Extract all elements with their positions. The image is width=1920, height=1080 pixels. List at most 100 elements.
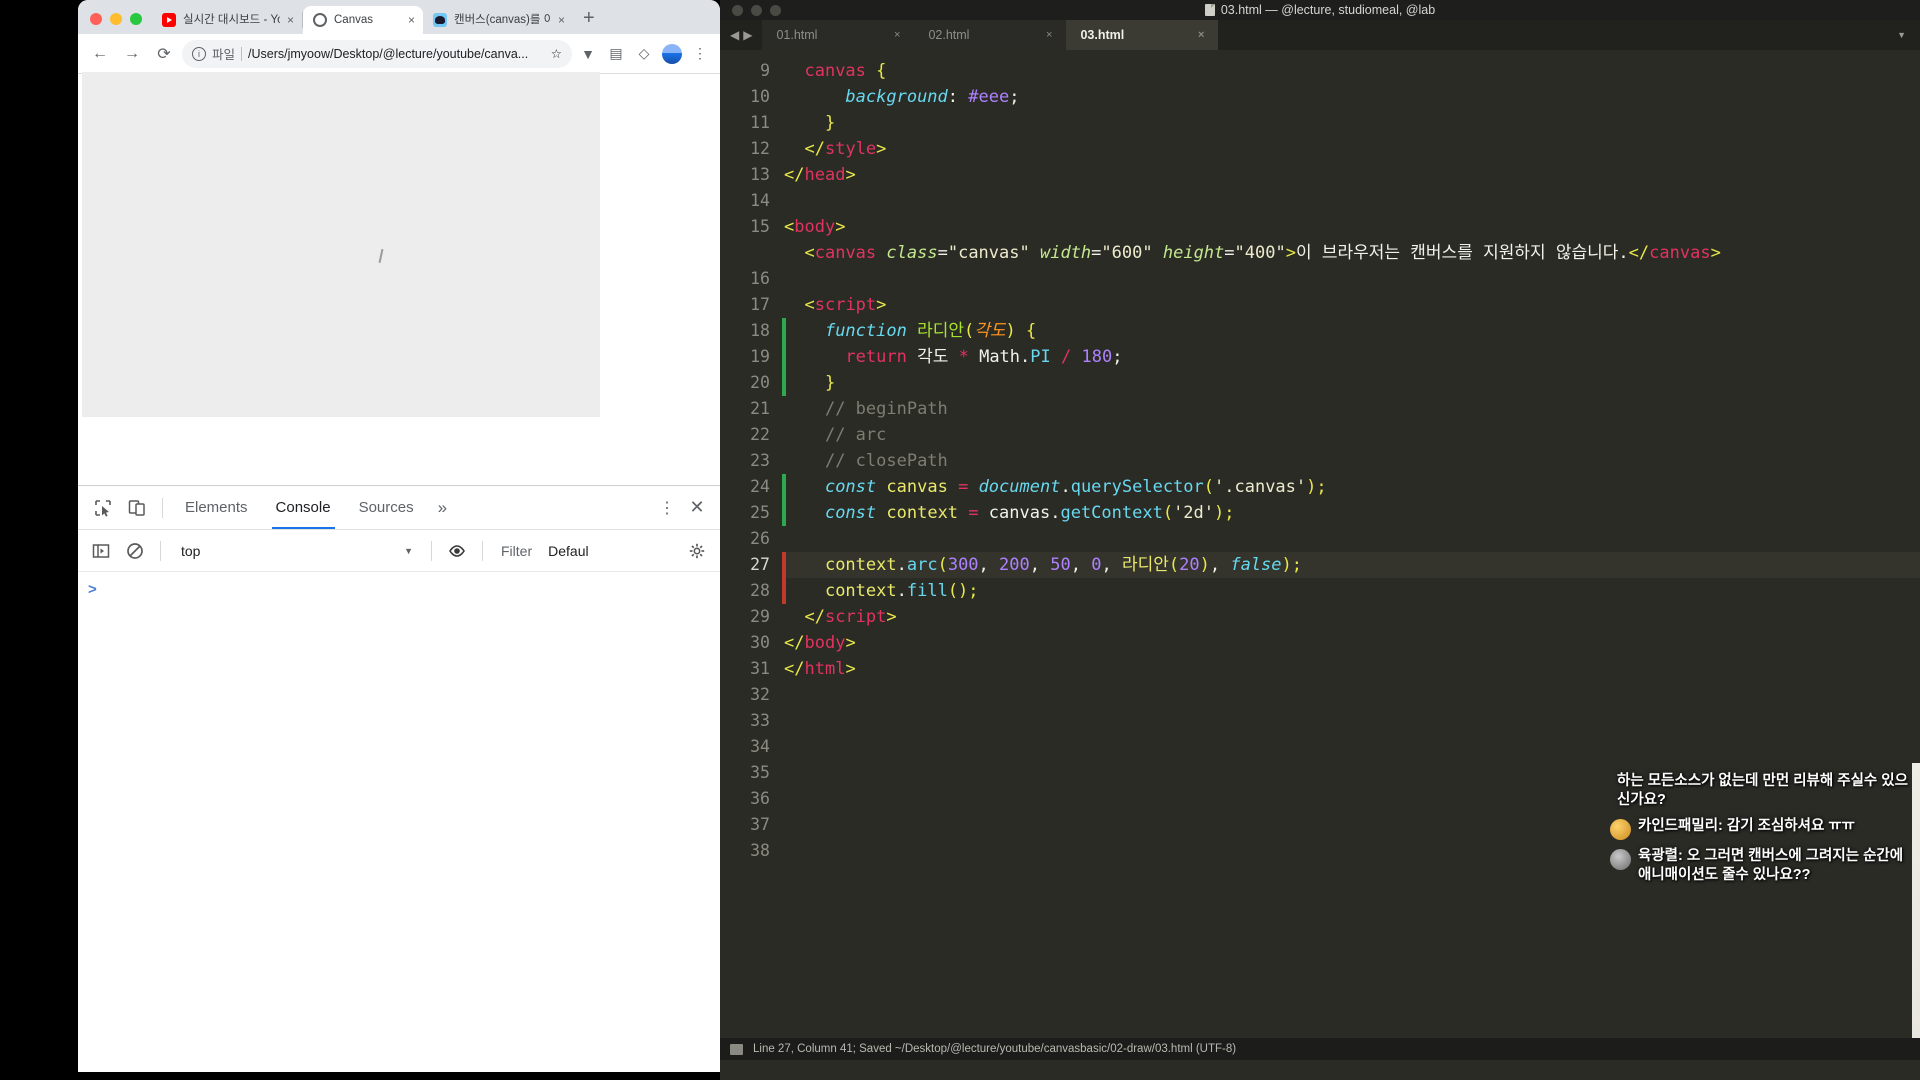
chevron-down-icon[interactable]: ▼ <box>1897 30 1906 40</box>
code-line[interactable]: function 라디안(각도) { <box>782 318 1920 344</box>
nav-prev-icon[interactable]: ◀ <box>730 28 739 42</box>
code-line[interactable]: // closePath <box>782 448 1920 474</box>
code-line[interactable] <box>782 188 1920 214</box>
code-line[interactable] <box>782 708 1920 734</box>
code-line[interactable]: <body> <box>782 214 1920 240</box>
gear-icon[interactable] <box>682 536 712 566</box>
editor-nav-arrows[interactable]: ◀ ▶ <box>720 20 762 50</box>
line-number: 31 <box>750 659 770 678</box>
code-change-marker <box>782 552 786 578</box>
search-input[interactable]: Filter <box>493 539 541 562</box>
close-tab-button[interactable]: × <box>1046 29 1052 41</box>
tab-elements[interactable]: Elements <box>171 486 262 529</box>
code-line[interactable] <box>782 682 1920 708</box>
page-info-icon[interactable]: i <box>192 46 206 61</box>
code-token: ; <box>1112 347 1123 367</box>
url-text: /Users/jmyoow/Desktop/@lecture/youtube/c… <box>248 46 529 61</box>
line-number: 38 <box>750 841 770 860</box>
code-token: </ <box>784 165 805 185</box>
webcam-overlay <box>1912 763 1920 1060</box>
code-token: . <box>896 581 907 601</box>
code-line[interactable]: const canvas = document.querySelector('.… <box>782 474 1920 500</box>
code-line[interactable]: </style> <box>782 136 1920 162</box>
maximize-window-button[interactable] <box>130 13 142 25</box>
tag-icon[interactable]: ◇ <box>632 42 656 66</box>
filter-icon[interactable]: ▼ <box>576 42 600 66</box>
code-line[interactable]: // arc <box>782 422 1920 448</box>
code-line[interactable] <box>782 734 1920 760</box>
devtools-menu-icon[interactable]: ⋮ <box>654 491 680 525</box>
code-line[interactable]: // beginPath <box>782 396 1920 422</box>
code-line[interactable]: context.fill(); <box>782 578 1920 604</box>
reader-icon[interactable]: ▤ <box>604 42 628 66</box>
address-bar[interactable]: i 파일 /Users/jmyoow/Desktop/@lecture/yout… <box>182 39 572 68</box>
close-tab-button[interactable]: × <box>287 14 294 26</box>
code-line[interactable]: <script> <box>782 292 1920 318</box>
tab-sources[interactable]: Sources <box>345 486 428 529</box>
back-icon[interactable]: ← <box>86 40 114 68</box>
console-prompt-row[interactable]: > <box>78 578 720 602</box>
code-token: context <box>824 581 897 601</box>
code-content[interactable]: canvas { background: #eee; } </style> </h… <box>782 50 1920 1060</box>
minimize-window-button[interactable] <box>110 13 122 25</box>
new-tab-button[interactable]: + <box>573 7 605 34</box>
bookmark-star-icon[interactable]: ☆ <box>551 46 562 61</box>
browser-tab-canvas[interactable]: Canvas × <box>303 6 423 34</box>
close-window-button[interactable] <box>90 13 102 25</box>
forward-icon[interactable]: → <box>118 40 146 68</box>
editor-tab-01[interactable]: 01.html × <box>762 20 915 50</box>
editor-tab-03[interactable]: 03.html × <box>1066 20 1219 50</box>
code-token: PI <box>1030 347 1061 367</box>
more-tabs-icon[interactable]: » <box>428 498 457 518</box>
code-line[interactable]: } <box>782 370 1920 396</box>
chrome-tab-strip: 실시간 대시보드 - YouTub × Canvas × 캔버스(canvas)… <box>78 0 720 34</box>
log-level-select[interactable]: Defaul <box>544 540 592 562</box>
code-line[interactable] <box>782 526 1920 552</box>
browser-tab-canvas-article[interactable]: 캔버스(canvas)를 이용한 × <box>423 6 573 34</box>
close-devtools-icon[interactable]: ✕ <box>682 491 712 525</box>
tab-console[interactable]: Console <box>262 486 345 529</box>
editor-tab-02[interactable]: 02.html × <box>914 20 1067 50</box>
execution-context-select[interactable]: top ▼ <box>171 543 421 559</box>
editor-body[interactable]: 9 10 11 12 13 14 15 16 17 18 19 20 21 22 23 24 25 26 27 28… <box>720 50 1920 1060</box>
code-line[interactable] <box>782 266 1920 292</box>
close-tab-button[interactable]: × <box>1198 29 1204 41</box>
code-token: head <box>804 165 846 185</box>
code-token: script <box>814 295 877 315</box>
device-toolbar-icon[interactable] <box>120 491 154 525</box>
code-line[interactable]: const context = canvas.getContext('2d'); <box>782 500 1920 526</box>
code-token: = <box>1091 243 1102 263</box>
code-line[interactable]: </html> <box>782 656 1920 682</box>
console-sidebar-icon[interactable] <box>86 536 116 566</box>
browser-tab-youtube[interactable]: 실시간 대시보드 - YouTub × <box>152 6 302 34</box>
code-line[interactable]: context.arc(300, 200, 50, 0, 라디안(20), fa… <box>782 552 1920 578</box>
chat-message: 카인드패밀리: 감기 조심하셔요 ㅠㅠ <box>1610 817 1910 840</box>
close-tab-button[interactable]: × <box>894 29 900 41</box>
chrome-menu-icon[interactable]: ⋮ <box>688 42 712 66</box>
close-tab-button[interactable]: × <box>408 14 415 26</box>
code-line[interactable]: canvas { <box>782 58 1920 84</box>
nav-next-icon[interactable]: ▶ <box>743 28 752 42</box>
code-token: body <box>794 217 836 237</box>
live-expression-icon[interactable] <box>442 536 472 566</box>
code-line[interactable]: </script> <box>782 604 1920 630</box>
avatar[interactable] <box>660 42 684 66</box>
code-token: const <box>824 503 877 523</box>
code-line[interactable]: } <box>782 110 1920 136</box>
code-line[interactable]: <canvas class="canvas" width="600" heigh… <box>782 240 1920 266</box>
code-line[interactable]: background: #eee; <box>782 84 1920 110</box>
code-line[interactable]: return 각도 * Math.PI / 180; <box>782 344 1920 370</box>
code-line[interactable]: </body> <box>782 630 1920 656</box>
code-token: , <box>1101 555 1122 575</box>
console-output[interactable]: > <box>78 572 720 1072</box>
inspect-element-icon[interactable] <box>86 491 120 525</box>
reload-icon[interactable]: ⟳ <box>150 40 178 68</box>
code-line[interactable]: </head> <box>782 162 1920 188</box>
window-traffic-lights[interactable] <box>86 13 152 34</box>
code-token: canvas <box>814 243 877 263</box>
close-tab-button[interactable]: × <box>558 14 565 26</box>
clear-console-icon[interactable] <box>120 536 150 566</box>
